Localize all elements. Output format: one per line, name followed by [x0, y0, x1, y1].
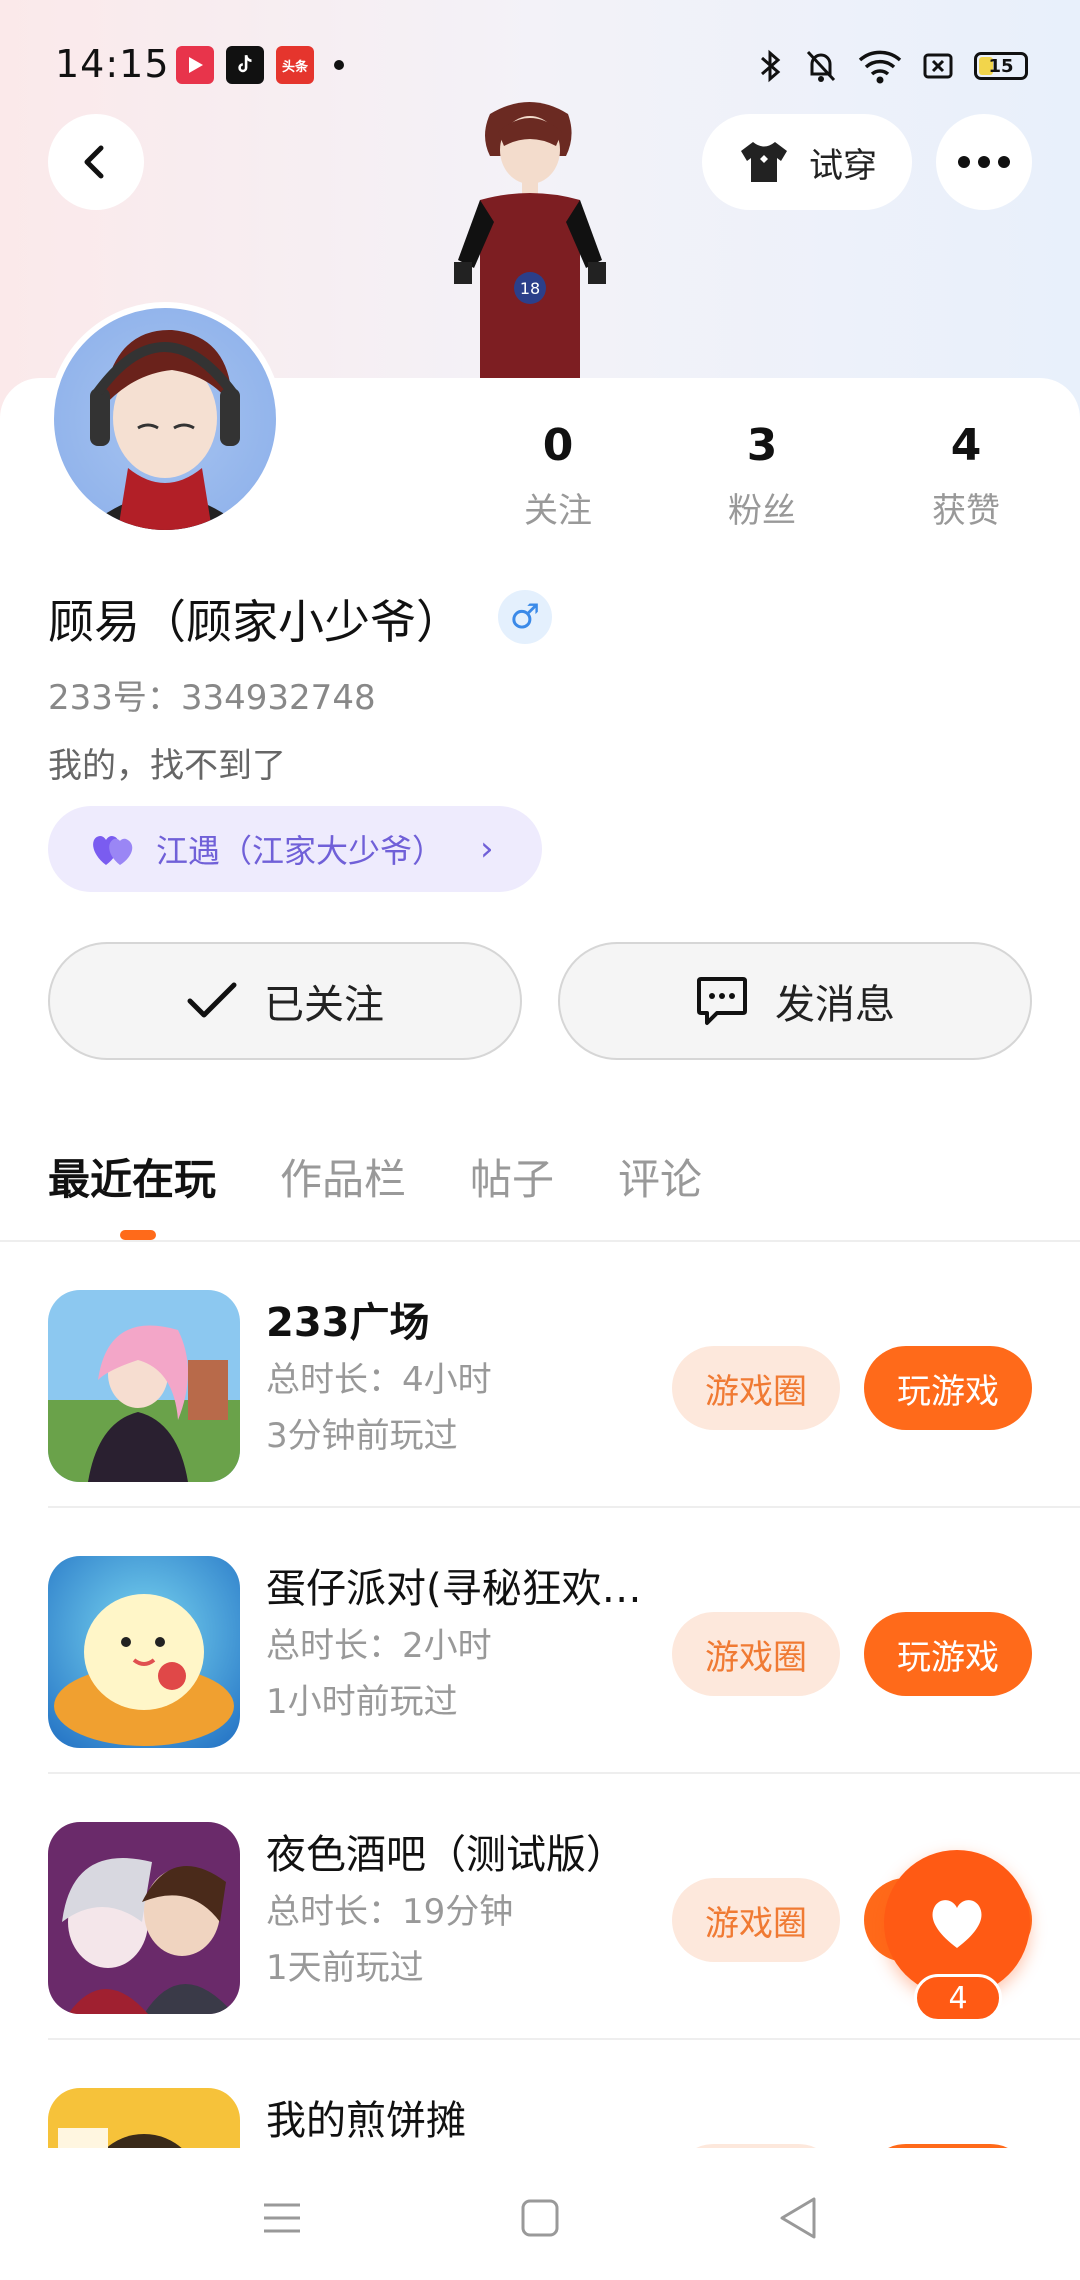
more-button[interactable] [936, 114, 1032, 210]
back-button[interactable] [48, 114, 144, 210]
send-message-button[interactable]: 发消息 [558, 942, 1032, 1060]
game-title: 蛋仔派对(寻秘狂欢… [266, 1566, 642, 1612]
square-home-icon [521, 2199, 559, 2237]
avatar[interactable] [48, 302, 282, 536]
game-icon-pancake-stall [48, 2088, 240, 2148]
chevron-right-icon: › [480, 829, 494, 869]
game-duration: 总时长：19分钟 [266, 1892, 514, 1932]
fans-count: 3 [746, 420, 778, 471]
male-gender-icon: ♂ [498, 590, 552, 644]
checkmark-icon [187, 982, 237, 1018]
game-icon-233-plaza [48, 1290, 240, 1482]
tab-works[interactable]: 作品栏 [280, 1146, 406, 1207]
sim-icon [923, 53, 953, 79]
bluetooth-icon [761, 49, 781, 83]
chat-bubble-icon [697, 977, 747, 1025]
stat-likes[interactable]: 4 获赞 [896, 420, 1036, 532]
active-tab-indicator [120, 1230, 156, 1240]
username: 顾易（顾家小少爷） [48, 595, 462, 649]
avatar-image [84, 329, 246, 530]
video-app-icon [176, 46, 214, 84]
tab-recently-played[interactable]: 最近在玩 [48, 1146, 216, 1207]
game-last-played: 1天前玩过 [266, 1948, 424, 1988]
status-icons: 15 [758, 46, 1028, 86]
notification-dot [334, 60, 344, 70]
game-duration: 总时长：2小时 [266, 1626, 492, 1666]
double-heart-icon [93, 836, 133, 865]
home-nav-button[interactable] [510, 2188, 570, 2248]
likes-count: 4 [950, 420, 982, 471]
followed-button[interactable]: 已关注 [48, 942, 522, 1060]
following-count: 0 [542, 420, 574, 471]
profile-tabs: 最近在玩 作品栏 帖子 评论 [48, 1146, 702, 1207]
character-figure: 18 [454, 102, 606, 382]
more-dots-icon [958, 156, 1010, 168]
system-nav-bar [0, 2148, 1080, 2280]
game-list-item[interactable]: 蛋仔派对(寻秘狂欢… 总时长：2小时 1小时前玩过 游戏圈 玩游戏 [0, 1508, 1080, 1774]
game-list-item[interactable]: 233广场 总时长：4小时 3分钟前玩过 游戏圈 玩游戏 [0, 1242, 1080, 1508]
game-circle-button[interactable]: 游戏圈 [672, 1346, 840, 1430]
svg-text:18: 18 [520, 279, 540, 298]
game-title: 我的煎饼摊 [266, 2098, 466, 2144]
game-icon-night-bar [48, 1822, 240, 2014]
tshirt-icon [741, 142, 787, 182]
likes-label: 获赞 [932, 491, 1000, 531]
game-list-item[interactable]: 我的煎饼摊 [0, 2040, 1080, 2148]
game-circle-button[interactable]: 游戏圈 [672, 1612, 840, 1696]
heart-icon [932, 1900, 982, 1948]
try-on-label: 试穿 [809, 145, 877, 186]
game-title: 夜色酒吧（测试版） [266, 1832, 626, 1878]
bell-muted-icon [806, 50, 836, 82]
game-duration: 总时长：4小时 [266, 1360, 492, 1400]
tab-posts[interactable]: 帖子 [470, 1146, 554, 1207]
following-label: 关注 [524, 491, 592, 531]
user-id: 233号：334932748 [48, 678, 376, 718]
battery-icon: 15 [974, 52, 1028, 80]
game-circle-button[interactable]: 游戏圈 [672, 1878, 840, 1962]
send-message-label: 发消息 [775, 982, 895, 1028]
toutiao-icon: 头条 [276, 46, 314, 84]
wifi-icon [858, 50, 902, 84]
stat-following[interactable]: 0 关注 [488, 420, 628, 532]
menu-icon [264, 2203, 300, 2233]
fans-label: 粉丝 [728, 491, 796, 531]
tiktok-icon [226, 46, 264, 84]
followed-label: 已关注 [264, 982, 384, 1028]
game-last-played: 1小时前玩过 [266, 1682, 458, 1722]
game-icon-eggy-party [48, 1556, 240, 1748]
user-bio: 我的，找不到了 [48, 746, 286, 786]
triangle-back-icon [780, 2197, 816, 2239]
try-on-button[interactable]: 试穿 [702, 114, 912, 210]
status-time: 14:15 [55, 42, 170, 86]
game-last-played: 3分钟前玩过 [266, 1416, 458, 1456]
battery-level: 15 [988, 55, 1014, 77]
menu-nav-button[interactable] [252, 2188, 312, 2248]
couple-tag[interactable]: 江遇（江家大少爷） › [48, 806, 542, 892]
chevron-left-icon [84, 145, 104, 179]
stat-fans[interactable]: 3 粉丝 [692, 420, 832, 532]
tab-comments[interactable]: 评论 [618, 1146, 702, 1207]
couple-name: 江遇（江家大少爷） [156, 832, 445, 870]
like-count-badge: 4 [914, 1974, 1002, 2022]
game-title: 233广场 [266, 1300, 430, 1346]
play-game-button[interactable]: 玩游戏 [864, 1612, 1032, 1696]
play-game-button[interactable]: 玩游戏 [864, 1346, 1032, 1430]
back-nav-button[interactable] [768, 2188, 828, 2248]
